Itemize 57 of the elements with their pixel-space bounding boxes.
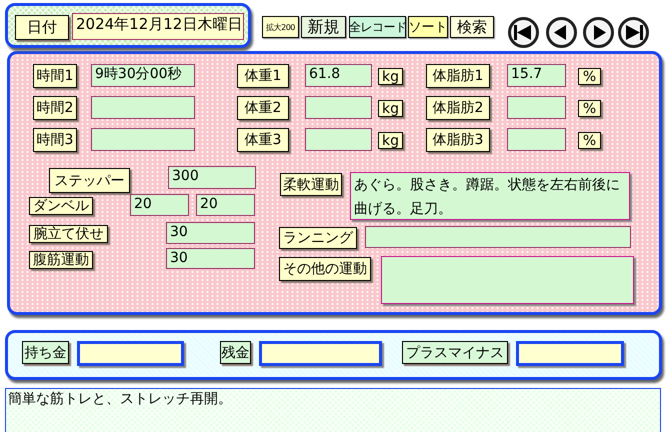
field-label: % bbox=[578, 100, 601, 117]
field-label: % bbox=[578, 132, 601, 149]
text-area[interactable]: あぐら。股さき。蹲踞。状態を左右前後に曲げる。足刀。 bbox=[350, 172, 630, 220]
toolbar-button[interactable]: 全レコード bbox=[349, 16, 406, 38]
field-label: ランニング bbox=[279, 227, 357, 249]
toolbar-button[interactable]: ソート bbox=[408, 16, 448, 38]
input-field[interactable]: 20 bbox=[196, 194, 255, 216]
input-field[interactable] bbox=[507, 128, 566, 151]
field-label: プラスマイナス bbox=[402, 341, 508, 364]
field-label: 時間2 bbox=[33, 96, 77, 120]
field-label: 腕立て伏せ bbox=[29, 225, 108, 243]
field-label: 体脂肪1 bbox=[426, 64, 490, 88]
field-label: 残金 bbox=[220, 341, 251, 364]
field-label: ステッパー bbox=[49, 168, 130, 193]
field-label: 体重3 bbox=[237, 128, 289, 152]
date-field[interactable]: 2024年12月12日木曜日 bbox=[72, 13, 244, 40]
input-field[interactable]: 15.7 bbox=[507, 64, 566, 87]
input-field[interactable] bbox=[77, 341, 184, 366]
previous-icon[interactable] bbox=[546, 17, 577, 48]
field-label: kg bbox=[378, 68, 403, 85]
input-field[interactable]: 300 bbox=[168, 166, 256, 189]
field-label: 時間3 bbox=[33, 128, 77, 152]
input-field[interactable] bbox=[365, 226, 631, 248]
text-area[interactable] bbox=[381, 256, 634, 304]
toolbar-button[interactable]: 新規 bbox=[301, 16, 346, 38]
field-label: 体脂肪3 bbox=[426, 128, 490, 152]
input-field[interactable] bbox=[259, 341, 382, 366]
input-field[interactable]: 61.8 bbox=[305, 64, 372, 87]
input-field[interactable]: 20 bbox=[130, 194, 189, 216]
next-icon[interactable] bbox=[583, 17, 614, 48]
field-label: 持ち金 bbox=[22, 341, 69, 364]
input-field[interactable]: 30 bbox=[166, 222, 255, 244]
field-label: 腹筋運動 bbox=[29, 251, 93, 269]
field-label: 日付 bbox=[15, 15, 69, 40]
field-label: ダンベル bbox=[29, 197, 93, 215]
input-field[interactable]: 9時30分00秒 bbox=[91, 64, 195, 87]
field-label: 体重1 bbox=[237, 64, 289, 88]
field-label: 体脂肪2 bbox=[426, 96, 490, 120]
toolbar-button[interactable]: 拡大200 bbox=[262, 16, 299, 38]
field-label: 柔軟運動 bbox=[280, 173, 342, 196]
first-record-icon[interactable] bbox=[508, 17, 539, 48]
input-field[interactable] bbox=[305, 96, 372, 119]
input-field[interactable] bbox=[305, 128, 372, 151]
field-label: kg bbox=[378, 132, 403, 149]
field-label: 体重2 bbox=[237, 96, 289, 120]
field-label: % bbox=[578, 68, 601, 85]
input-field[interactable] bbox=[507, 96, 566, 119]
toolbar-button[interactable]: 検索 bbox=[450, 16, 494, 38]
field-label: 時間1 bbox=[33, 64, 77, 88]
field-label: その他の運動 bbox=[279, 257, 371, 281]
input-field[interactable] bbox=[516, 341, 624, 366]
memo-area[interactable]: 簡単な筋トレと、ストレッチ再開。 bbox=[5, 388, 661, 432]
input-field[interactable] bbox=[91, 96, 195, 119]
last-record-icon[interactable] bbox=[618, 17, 649, 48]
input-field[interactable] bbox=[91, 128, 195, 151]
field-label: kg bbox=[378, 100, 403, 117]
input-field[interactable]: 30 bbox=[166, 248, 255, 269]
